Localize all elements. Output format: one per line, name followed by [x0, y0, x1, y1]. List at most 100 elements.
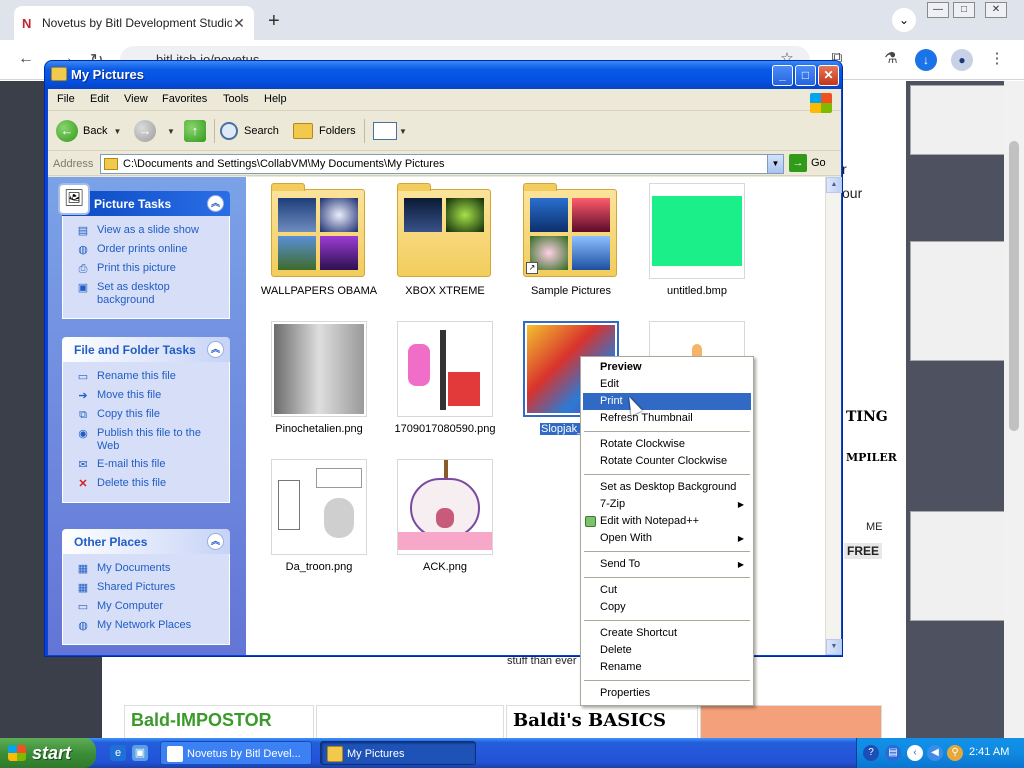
menu-item-set-desktop-background[interactable]: Set as Desktop Background [583, 479, 751, 496]
collapse-chevron-icon[interactable]: ︽ [207, 533, 224, 550]
menu-item-cut[interactable]: Cut [583, 582, 751, 599]
menu-item-7zip[interactable]: 7-Zip ▶ [583, 496, 751, 513]
maximize-button[interactable]: □ [795, 65, 816, 86]
forward-button[interactable]: → ▼ [134, 119, 175, 143]
menu-view[interactable]: View [124, 93, 148, 105]
task-slide-show[interactable]: ▤ View as a slide show [75, 224, 223, 238]
back-arrow-icon[interactable]: ← [18, 50, 34, 68]
folders-button[interactable]: Folders [293, 119, 356, 143]
kebab-menu-icon[interactable]: ⋮ [986, 49, 1008, 71]
window-titlebar[interactable]: My Pictures _ □ ✕ [45, 61, 842, 89]
views-button[interactable]: ▼ [373, 119, 407, 143]
start-button[interactable]: start [0, 738, 96, 768]
menu-item-rename[interactable]: Rename [583, 659, 751, 676]
task-order-prints[interactable]: ◍ Order prints online [75, 243, 223, 257]
help-icon[interactable]: ? [863, 745, 879, 761]
image-item[interactable]: untitled.bmp [638, 183, 756, 303]
place-network-places[interactable]: ◍ My Network Places [75, 619, 223, 633]
minimize-icon[interactable]: — [927, 2, 949, 18]
taskbar-button-browser[interactable]: Novetus by Bitl Devel... [160, 741, 312, 765]
menu-item-properties[interactable]: Properties [583, 685, 751, 702]
task-delete[interactable]: ✕ Delete this file [75, 477, 223, 491]
download-icon[interactable]: ↓ [915, 49, 937, 71]
address-dropdown-icon[interactable]: ▼ [767, 155, 783, 173]
folder-item[interactable]: XBOX XTREME [386, 183, 504, 303]
menu-item-refresh-thumbnail[interactable]: Refresh Thumbnail [583, 410, 751, 427]
task-move[interactable]: ➔ Move this file [75, 389, 223, 403]
menu-edit[interactable]: Edit [90, 93, 109, 105]
collapse-chevron-icon[interactable]: ︽ [207, 341, 224, 358]
menu-item-delete[interactable]: Delete [583, 642, 751, 659]
collapse-chevron-icon[interactable]: ︽ [207, 195, 224, 212]
menu-file[interactable]: File [57, 93, 75, 105]
screenshot-thumbnail[interactable] [910, 85, 1014, 155]
task-set-background[interactable]: ▣ Set as desktop background [75, 281, 223, 307]
image-item[interactable]: Da_troon.png [260, 459, 378, 579]
other-places-header[interactable]: Other Places ︽ [62, 529, 230, 554]
menu-item-edit-notepadpp[interactable]: Edit with Notepad++ [583, 513, 751, 530]
menu-item-preview[interactable]: Preview [583, 359, 751, 376]
profile-avatar-icon[interactable]: ● [951, 49, 973, 71]
scroll-up-icon[interactable]: ▲ [826, 177, 842, 193]
internet-explorer-icon[interactable]: e [110, 745, 126, 761]
menu-favorites[interactable]: Favorites [162, 93, 207, 105]
up-folder-button[interactable]: ↑ [184, 119, 211, 143]
page-scrollbar[interactable] [1004, 81, 1024, 740]
place-my-documents[interactable]: ▦ My Documents [75, 562, 223, 576]
new-tab-icon[interactable]: + [268, 10, 280, 33]
tab-search-chevron-icon[interactable]: ⌄ [892, 8, 916, 32]
folder-item[interactable]: ↗ Sample Pictures [512, 183, 630, 303]
menu-item-copy[interactable]: Copy [583, 599, 751, 616]
menu-item-edit[interactable]: Edit [583, 376, 751, 393]
folder-item[interactable]: WALLPAPERS OBAMA [260, 183, 378, 303]
show-desktop-icon[interactable]: ▣ [132, 745, 148, 761]
image-item[interactable]: Pinochetalien.png [260, 321, 378, 441]
menu-help[interactable]: Help [264, 93, 287, 105]
search-tray-icon[interactable]: ⚲ [947, 745, 963, 761]
task-publish[interactable]: ◉ Publish this file to the Web [75, 427, 223, 453]
place-my-computer[interactable]: ▭ My Computer [75, 600, 223, 614]
tray-collapse-icon[interactable]: ‹ [907, 745, 923, 761]
network-icon[interactable]: ▤ [885, 745, 901, 761]
volume-icon[interactable]: ◀ [927, 745, 943, 761]
scroll-down-icon[interactable]: ▼ [826, 639, 842, 655]
task-print-picture[interactable]: ⎙ Print this picture [75, 262, 223, 276]
taskbar-button-my-pictures[interactable]: My Pictures [320, 741, 476, 765]
menu-tools[interactable]: Tools [223, 93, 249, 105]
maximize-icon[interactable]: □ [953, 2, 975, 18]
place-shared-pictures[interactable]: ▦ Shared Pictures [75, 581, 223, 595]
picture-tasks-header[interactable]: 🖼 Picture Tasks ︽ [58, 183, 230, 216]
page-scrollbar-thumb[interactable] [1009, 141, 1019, 431]
labs-flask-icon[interactable]: ⚗ [880, 49, 902, 71]
menu-item-send-to[interactable]: Send To ▶ [583, 556, 751, 573]
task-email[interactable]: ✉ E-mail this file [75, 458, 223, 472]
promo-card[interactable]: Baldi's BASICS [506, 705, 698, 740]
search-button[interactable]: Search [220, 119, 279, 143]
promo-card[interactable]: Bald-IMPOSTOR [124, 705, 314, 740]
task-rename[interactable]: ▭ Rename this file [75, 370, 223, 384]
address-input[interactable]: C:\Documents and Settings\CollabVM\My Do… [100, 154, 784, 174]
browser-close-icon[interactable]: ✕ [985, 2, 1007, 18]
browser-tab[interactable]: N Novetus by Bitl Development Studio ✕ [14, 6, 254, 40]
tab-close-icon[interactable]: ✕ [232, 15, 246, 32]
promo-card[interactable] [316, 705, 504, 740]
menu-item-open-with[interactable]: Open With ▶ [583, 530, 751, 547]
menu-item-create-shortcut[interactable]: Create Shortcut [583, 625, 751, 642]
minimize-button[interactable]: _ [772, 65, 793, 86]
menu-item-print[interactable]: Print [583, 393, 751, 410]
dropdown-arrow-icon[interactable]: ▼ [113, 127, 121, 136]
image-item[interactable]: ACK.png [386, 459, 504, 579]
screenshot-thumbnail[interactable] [910, 511, 1014, 621]
go-button[interactable]: → Go [789, 154, 826, 172]
file-view-scrollbar[interactable]: ▲ ▼ [825, 177, 842, 655]
file-tasks-header[interactable]: File and Folder Tasks ︽ [62, 337, 230, 362]
image-item[interactable]: 1709017080590.png [386, 321, 504, 441]
back-button[interactable]: ← Back ▼ [56, 119, 121, 143]
close-button[interactable]: ✕ [818, 65, 839, 86]
promo-card[interactable] [700, 705, 882, 740]
task-copy[interactable]: ⧉ Copy this file [75, 408, 223, 422]
screenshot-thumbnail[interactable] [910, 241, 1014, 361]
menu-separator [584, 577, 750, 578]
menu-item-rotate-counter-clockwise[interactable]: Rotate Counter Clockwise [583, 453, 751, 470]
menu-item-rotate-clockwise[interactable]: Rotate Clockwise [583, 436, 751, 453]
